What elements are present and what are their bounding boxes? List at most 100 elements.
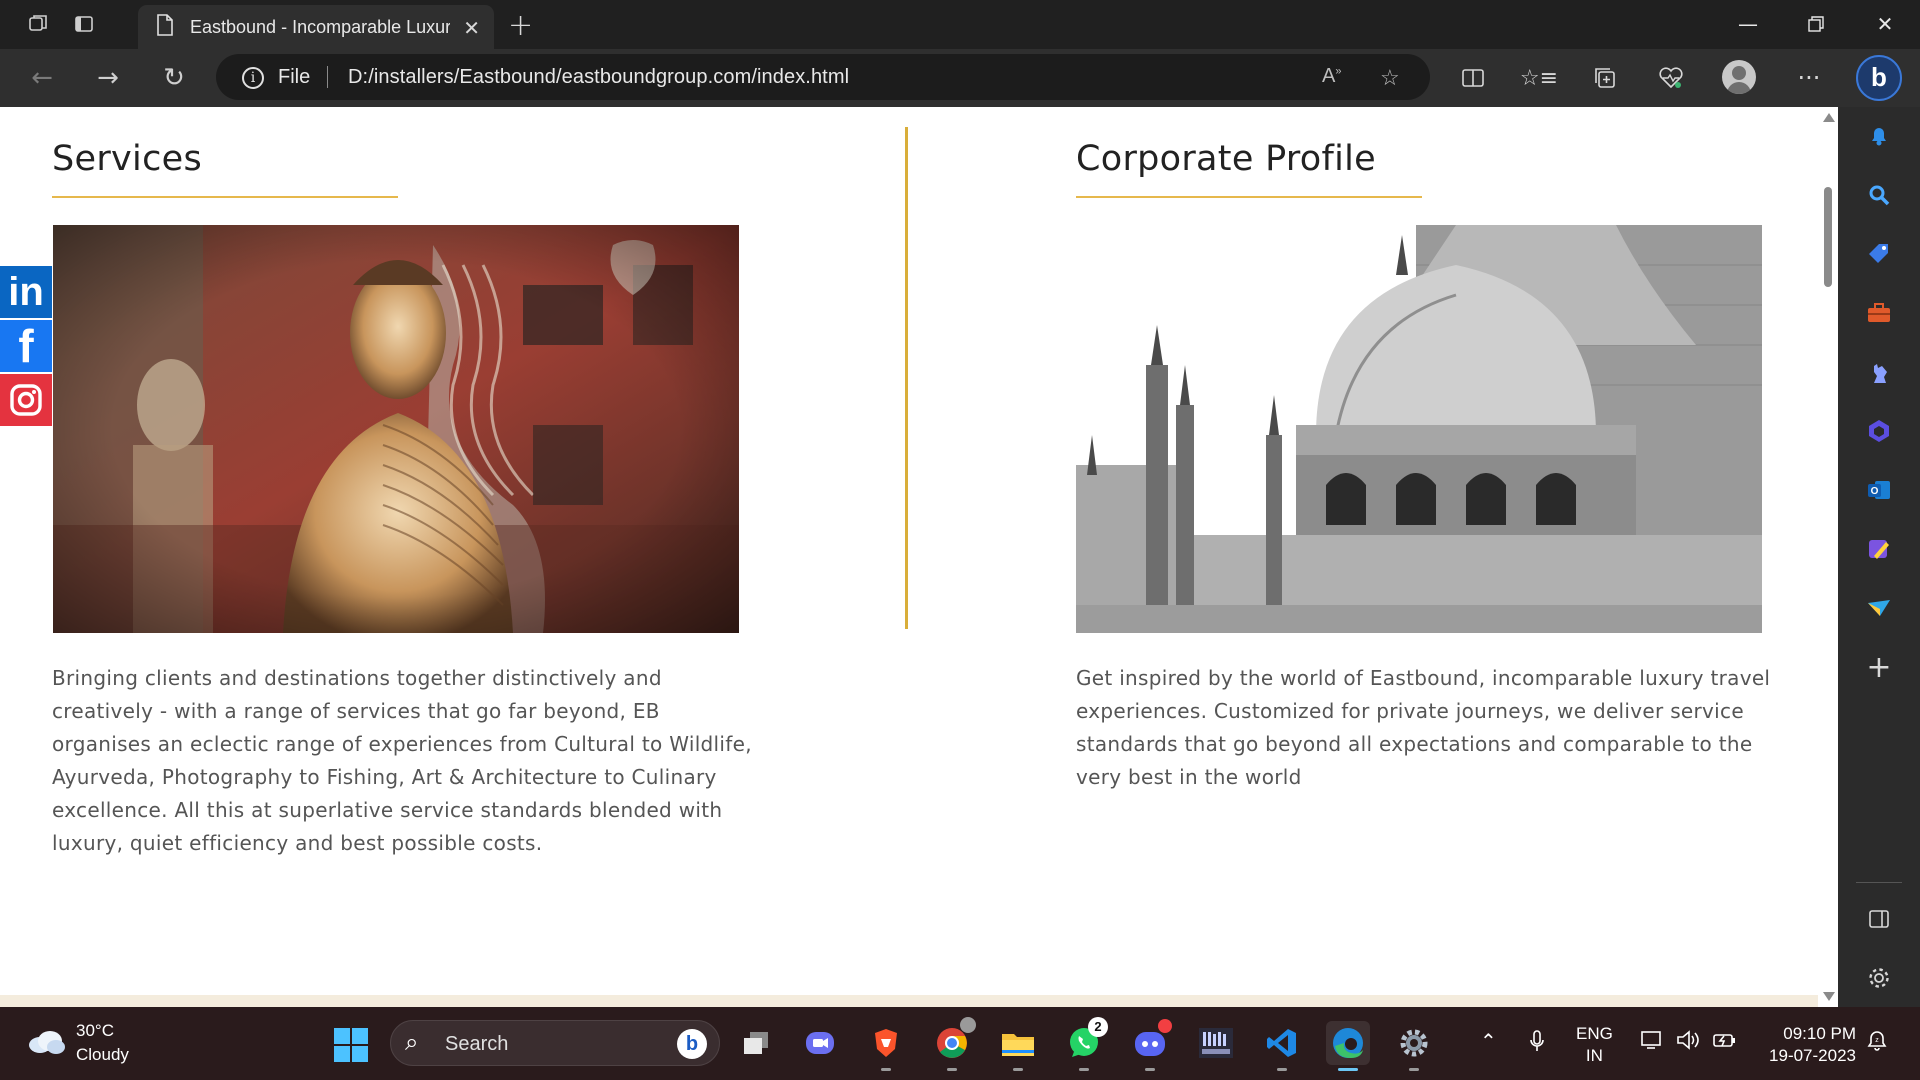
chrome-icon[interactable] bbox=[930, 1017, 976, 1071]
restore-icon[interactable] bbox=[1786, 8, 1846, 40]
taskbar-search-label: Search bbox=[445, 1033, 509, 1055]
microphone-icon[interactable] bbox=[1528, 1029, 1546, 1061]
input-language-indicator[interactable]: ENG IN bbox=[1576, 1023, 1613, 1067]
tab-actions-icon[interactable] bbox=[66, 9, 102, 39]
svg-text:O: O bbox=[1871, 486, 1879, 497]
url-text[interactable]: D:/installers/Eastbound/eastboundgroup.c… bbox=[348, 66, 849, 89]
active-tab[interactable]: Eastbound - Incomparable Luxury ✕ bbox=[138, 5, 494, 49]
whatsapp-unread-badge: 2 bbox=[1088, 1017, 1108, 1037]
show-hidden-icons-chevron-icon[interactable]: ⌃ bbox=[1480, 1029, 1497, 1054]
running-indicator bbox=[1079, 1068, 1089, 1071]
discord-icon[interactable] bbox=[1128, 1019, 1172, 1071]
active-app-indicator bbox=[1338, 1068, 1358, 1071]
address-bar[interactable]: i File D:/installers/Eastbound/eastbound… bbox=[216, 54, 1430, 100]
refresh-icon[interactable]: ↻ bbox=[156, 61, 192, 95]
task-view-icon[interactable] bbox=[734, 1021, 778, 1065]
profile-avatar[interactable] bbox=[1722, 60, 1756, 94]
corporate-profile-title: Corporate Profile bbox=[1076, 139, 1377, 179]
scroll-thumb[interactable] bbox=[1824, 187, 1832, 287]
services-buddha-image bbox=[53, 225, 739, 633]
search-icon[interactable] bbox=[1862, 178, 1896, 212]
running-indicator bbox=[1145, 1068, 1155, 1071]
outlook-icon[interactable]: O bbox=[1862, 473, 1896, 507]
services-description: Bringing clients and destinations togeth… bbox=[52, 666, 752, 855]
forward-icon[interactable]: → bbox=[90, 61, 126, 95]
workspaces-icon[interactable] bbox=[20, 9, 56, 39]
weather-description[interactable]: Cloudy bbox=[76, 1045, 129, 1065]
more-options-icon[interactable]: ··· bbox=[1794, 63, 1824, 93]
page-scrollbar[interactable] bbox=[1818, 107, 1838, 1007]
cloudy-weather-icon[interactable] bbox=[26, 1029, 66, 1055]
designer-icon[interactable] bbox=[1862, 532, 1896, 566]
collections-icon[interactable] bbox=[1590, 63, 1620, 93]
brave-browser-icon[interactable] bbox=[864, 1021, 908, 1071]
teams-chat-icon[interactable] bbox=[798, 1021, 842, 1065]
taskbar-search-box[interactable]: ⌕ Search b bbox=[390, 1020, 720, 1066]
discord-notification-dot bbox=[1158, 1019, 1172, 1033]
browser-toolbar: ← → ↻ i File D:/installers/Eastbound/eas… bbox=[0, 49, 1920, 107]
shopping-tag-icon[interactable] bbox=[1862, 237, 1896, 271]
language-label: ENG bbox=[1576, 1024, 1613, 1043]
running-indicator bbox=[1013, 1068, 1023, 1071]
address-scheme-label: File bbox=[278, 66, 311, 88]
favorite-star-icon[interactable]: ☆ bbox=[1380, 65, 1400, 91]
linkedin-icon[interactable]: in bbox=[0, 266, 52, 318]
games-chess-icon[interactable] bbox=[1862, 355, 1896, 389]
corporate-profile-title-underline bbox=[1076, 196, 1422, 198]
back-icon[interactable]: ← bbox=[24, 61, 60, 95]
new-tab-button[interactable]: + bbox=[508, 8, 533, 43]
svg-text:z: z bbox=[1875, 1037, 1879, 1044]
favorites-icon[interactable]: ☆≡ bbox=[1520, 63, 1558, 93]
hide-sidebar-icon[interactable] bbox=[1862, 902, 1896, 936]
sidebar-separator bbox=[1856, 882, 1902, 883]
battery-charging-icon[interactable] bbox=[1712, 1029, 1738, 1057]
split-screen-icon[interactable] bbox=[1458, 63, 1488, 93]
volume-speaker-icon[interactable] bbox=[1676, 1029, 1702, 1057]
vscode-icon[interactable] bbox=[1260, 1021, 1304, 1071]
corporate-profile-tajmahal-image bbox=[1076, 225, 1762, 633]
edge-browser-icon[interactable] bbox=[1326, 1021, 1370, 1071]
services-title-underline bbox=[52, 196, 398, 198]
browser-essentials-icon[interactable] bbox=[1656, 63, 1686, 93]
minimize-icon[interactable]: — bbox=[1718, 8, 1778, 40]
page-viewport: in f Services Bringing clients and desti… bbox=[0, 107, 1838, 1007]
edge-sidebar: O + bbox=[1838, 107, 1920, 1007]
scroll-down-arrow-icon[interactable] bbox=[1823, 992, 1835, 1001]
corporate-profile-description: Get inspired by the world of Eastbound, … bbox=[1076, 666, 1771, 789]
windows-start-icon[interactable] bbox=[334, 1028, 368, 1062]
page-footer-strip bbox=[0, 995, 1818, 1007]
clock-time: 09:10 PM bbox=[1783, 1024, 1856, 1043]
search-icon: ⌕ bbox=[405, 1029, 419, 1056]
instagram-icon[interactable] bbox=[0, 374, 52, 426]
telegram-send-icon[interactable] bbox=[1862, 591, 1896, 625]
system-clock[interactable]: 09:10 PM 19-07-2023 bbox=[1760, 1023, 1856, 1067]
weather-temperature[interactable]: 30°C bbox=[76, 1021, 114, 1041]
file-explorer-icon[interactable] bbox=[996, 1021, 1040, 1071]
add-sidebar-app-icon[interactable]: + bbox=[1862, 650, 1896, 685]
notifications-bell-icon[interactable] bbox=[1862, 119, 1896, 153]
linkedin-label: in bbox=[8, 269, 44, 314]
page-icon bbox=[156, 13, 174, 41]
notification-center-icon[interactable]: z bbox=[1866, 1029, 1888, 1059]
tools-briefcase-icon[interactable] bbox=[1862, 296, 1896, 330]
network-display-icon[interactable] bbox=[1640, 1029, 1664, 1057]
settings-gear-icon[interactable] bbox=[1392, 1021, 1436, 1071]
clock-date: 19-07-2023 bbox=[1769, 1046, 1856, 1065]
running-indicator bbox=[947, 1068, 957, 1071]
facebook-label: f bbox=[18, 320, 34, 372]
running-indicator bbox=[1277, 1068, 1287, 1071]
services-title: Services bbox=[52, 139, 202, 179]
httrack-website-copier-icon[interactable] bbox=[1194, 1021, 1238, 1065]
close-tab-icon[interactable]: ✕ bbox=[463, 16, 480, 40]
bing-search-icon: b bbox=[677, 1029, 707, 1059]
scroll-up-arrow-icon[interactable] bbox=[1823, 113, 1835, 122]
bing-copilot-icon[interactable]: b bbox=[1856, 55, 1902, 101]
read-aloud-icon[interactable]: A» bbox=[1322, 65, 1341, 88]
microsoft-365-icon[interactable] bbox=[1862, 414, 1896, 448]
whatsapp-icon[interactable]: 2 bbox=[1062, 1017, 1108, 1071]
close-window-icon[interactable]: ✕ bbox=[1855, 8, 1915, 40]
facebook-icon[interactable]: f bbox=[0, 320, 52, 372]
sidebar-settings-gear-icon[interactable] bbox=[1862, 961, 1896, 995]
windows-taskbar: 30°C Cloudy ⌕ Search b 2 ⌃ ENG IN 09:10 … bbox=[0, 1007, 1920, 1080]
site-info-icon[interactable]: i bbox=[242, 67, 264, 89]
